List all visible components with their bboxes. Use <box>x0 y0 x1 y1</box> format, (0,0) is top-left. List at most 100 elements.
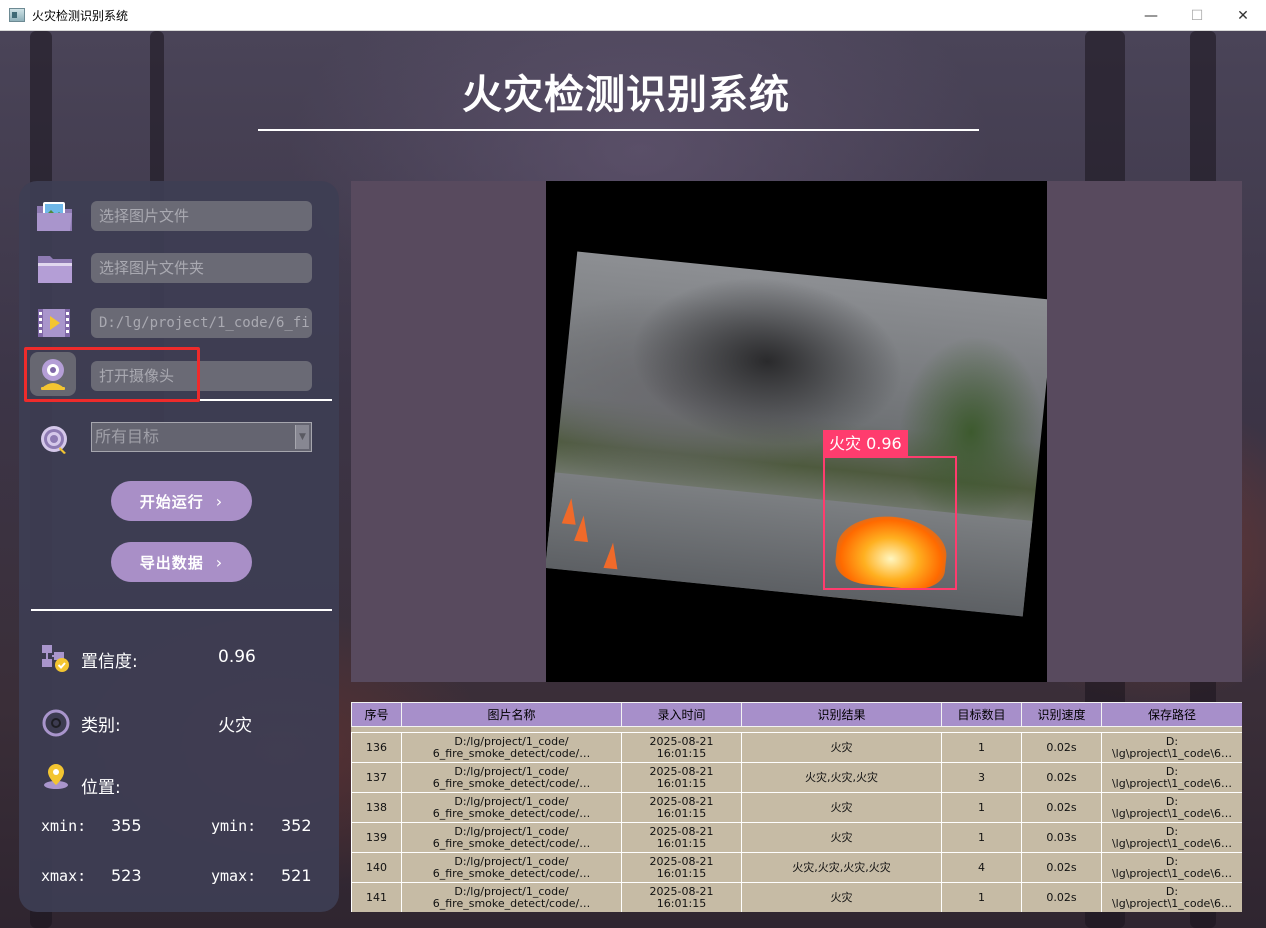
column-header[interactable]: 图片名称 <box>401 702 622 727</box>
results-table[interactable]: 序号 图片名称 录入时间 识别结果 目标数目 识别速度 保存路径 136 D:/l… <box>351 702 1242 912</box>
cell-target-count[interactable]: 3 <box>941 762 1022 793</box>
dropdown-arrow-icon[interactable]: ▼ <box>295 425 309 449</box>
target-icon <box>38 423 72 457</box>
cell-result[interactable]: 火灾,火灾,火灾,火灾 <box>741 852 942 883</box>
cell-image-name[interactable]: D:/lg/project/1_code/6_fire_smoke_detect… <box>401 732 622 763</box>
detection-label: 火灾 0.96 <box>823 430 908 457</box>
cell-entry-time[interactable]: 2025-08-21 16:01:15 <box>621 732 742 763</box>
cell-save-path[interactable]: D: \lg\project\1_code\6… <box>1101 732 1242 763</box>
cell-save-path-text: \lg\project\1_code\6… <box>1111 836 1233 850</box>
cell-entry-time[interactable]: 2025-08-21 16:01:15 <box>621 792 742 823</box>
cell-target-count[interactable]: 1 <box>941 882 1022 912</box>
cell-target-count[interactable]: 1 <box>941 732 1022 763</box>
cell-image-name[interactable]: D:/lg/project/1_code/6_fire_smoke_detect… <box>401 792 622 823</box>
cell-target-count[interactable]: 4 <box>941 852 1022 883</box>
cell-save-path[interactable]: D: \lg\project\1_code\6… <box>1101 792 1242 823</box>
cell-target-count[interactable]: 1 <box>941 792 1022 823</box>
cell-save-path[interactable]: D: \lg\project\1_code\6… <box>1101 822 1242 853</box>
cell-save-path[interactable]: D: \lg\project\1_code\6… <box>1101 852 1242 883</box>
cell-result-text: 火灾 <box>830 890 853 904</box>
cell-image-name-text: 6_fire_smoke_detect/code/… <box>432 746 591 760</box>
cell-entry-time[interactable]: 2025-08-21 16:01:15 <box>621 852 742 883</box>
cell-result[interactable]: 火灾 <box>741 822 942 853</box>
cell-entry-time-text: 16:01:15 <box>656 746 707 760</box>
cell-save-path-text: \lg\project\1_code\6… <box>1111 776 1233 790</box>
cell-result[interactable]: 火灾 <box>741 732 942 763</box>
cell-save-path-text: \lg\project\1_code\6… <box>1111 806 1233 820</box>
cell-result-text: 火灾,火灾,火灾 <box>805 770 878 784</box>
export-button[interactable]: 导出数据 › <box>111 542 252 582</box>
cell-image-name[interactable]: D:/lg/project/1_code/6_fire_smoke_detect… <box>401 822 622 853</box>
table-row[interactable]: 136 D:/lg/project/1_code/6_fire_smoke_det… <box>351 732 1242 763</box>
position-label: 位置: <box>81 778 121 798</box>
cell-speed-text: 0.02s <box>1046 800 1077 814</box>
cell-target-count[interactable]: 1 <box>941 822 1022 853</box>
cell-result[interactable]: 火灾 <box>741 882 942 912</box>
close-button[interactable]: ✕ <box>1220 0 1266 31</box>
cell-index[interactable]: 139 <box>351 822 402 853</box>
maximize-button[interactable]: ☐ <box>1174 0 1220 31</box>
cell-speed[interactable]: 0.02s <box>1021 732 1102 763</box>
column-header[interactable]: 识别结果 <box>741 702 942 727</box>
cell-image-name[interactable]: D:/lg/project/1_code/6_fire_smoke_detect… <box>401 882 622 912</box>
table-row[interactable]: 140 D:/lg/project/1_code/6_fire_smoke_det… <box>351 852 1242 883</box>
video-path-input[interactable]: D:/lg/project/1_code/6_fire <box>91 308 312 338</box>
cell-target-count-text: 4 <box>978 860 985 874</box>
cell-entry-time[interactable]: 2025-08-21 16:01:15 <box>621 822 742 853</box>
target-select[interactable]: 所有目标 ▼ <box>91 422 312 452</box>
cell-index[interactable]: 136 <box>351 732 402 763</box>
cell-target-count-text: 3 <box>978 770 985 784</box>
category-ring-icon <box>42 709 70 737</box>
cell-target-count-text: 1 <box>978 890 985 904</box>
video-file-icon[interactable] <box>35 303 75 343</box>
folder-icon[interactable] <box>35 248 75 288</box>
cell-save-path-text: \lg\project\1_code\6… <box>1111 746 1233 760</box>
cell-index-text: 141 <box>366 890 387 904</box>
column-header[interactable]: 序号 <box>351 702 402 727</box>
column-header[interactable]: 识别速度 <box>1021 702 1102 727</box>
cell-save-path[interactable]: D: \lg\project\1_code\6… <box>1101 882 1242 912</box>
column-header[interactable]: 目标数目 <box>941 702 1022 727</box>
cell-index[interactable]: 140 <box>351 852 402 883</box>
minimize-button[interactable]: — <box>1128 0 1174 31</box>
detection-bounding-box <box>823 456 957 590</box>
cell-result[interactable]: 火灾,火灾,火灾 <box>741 762 942 793</box>
ymin-value: 352 <box>281 816 312 835</box>
target-select-value: 所有目标 <box>95 427 160 446</box>
table-row[interactable]: 141 D:/lg/project/1_code/6_fire_smoke_det… <box>351 882 1242 912</box>
table-row[interactable]: 137 D:/lg/project/1_code/6_fire_smoke_det… <box>351 762 1242 793</box>
cell-speed[interactable]: 0.02s <box>1021 852 1102 883</box>
cell-index-text: 136 <box>366 740 387 754</box>
cell-result[interactable]: 火灾 <box>741 792 942 823</box>
cell-speed[interactable]: 0.03s <box>1021 822 1102 853</box>
table-row[interactable]: 139 D:/lg/project/1_code/6_fire_smoke_det… <box>351 822 1242 853</box>
cell-image-name[interactable]: D:/lg/project/1_code/6_fire_smoke_detect… <box>401 762 622 793</box>
cell-result-text: 火灾,火灾,火灾,火灾 <box>792 860 891 874</box>
cell-entry-time[interactable]: 2025-08-21 16:01:15 <box>621 882 742 912</box>
column-header[interactable]: 保存路径 <box>1101 702 1242 727</box>
image-file-input[interactable]: 选择图片文件 <box>91 201 312 231</box>
start-button[interactable]: 开始运行 › <box>111 481 252 521</box>
detection-image-canvas <box>546 181 1047 682</box>
cell-index[interactable]: 138 <box>351 792 402 823</box>
panel-divider <box>31 609 332 611</box>
cell-save-path[interactable]: D: \lg\project\1_code\6… <box>1101 762 1242 793</box>
cell-index[interactable]: 141 <box>351 882 402 912</box>
cell-target-count-text: 1 <box>978 830 985 844</box>
cell-speed[interactable]: 0.02s <box>1021 882 1102 912</box>
chevron-right-icon: › <box>215 491 224 511</box>
start-button-label: 开始运行 <box>139 492 204 511</box>
cell-index[interactable]: 137 <box>351 762 402 793</box>
cell-target-count-text: 1 <box>978 740 985 754</box>
export-button-label: 导出数据 <box>139 553 204 572</box>
detection-photo <box>546 251 1047 617</box>
cell-speed[interactable]: 0.02s <box>1021 792 1102 823</box>
cell-image-name[interactable]: D:/lg/project/1_code/6_fire_smoke_detect… <box>401 852 622 883</box>
xmax-value: 523 <box>111 866 142 885</box>
cell-entry-time[interactable]: 2025-08-21 16:01:15 <box>621 762 742 793</box>
table-row[interactable]: 138 D:/lg/project/1_code/6_fire_smoke_det… <box>351 792 1242 823</box>
image-folder-icon[interactable] <box>35 196 75 236</box>
column-header[interactable]: 录入时间 <box>621 702 742 727</box>
cell-speed[interactable]: 0.02s <box>1021 762 1102 793</box>
image-folder-input[interactable]: 选择图片文件夹 <box>91 253 312 283</box>
